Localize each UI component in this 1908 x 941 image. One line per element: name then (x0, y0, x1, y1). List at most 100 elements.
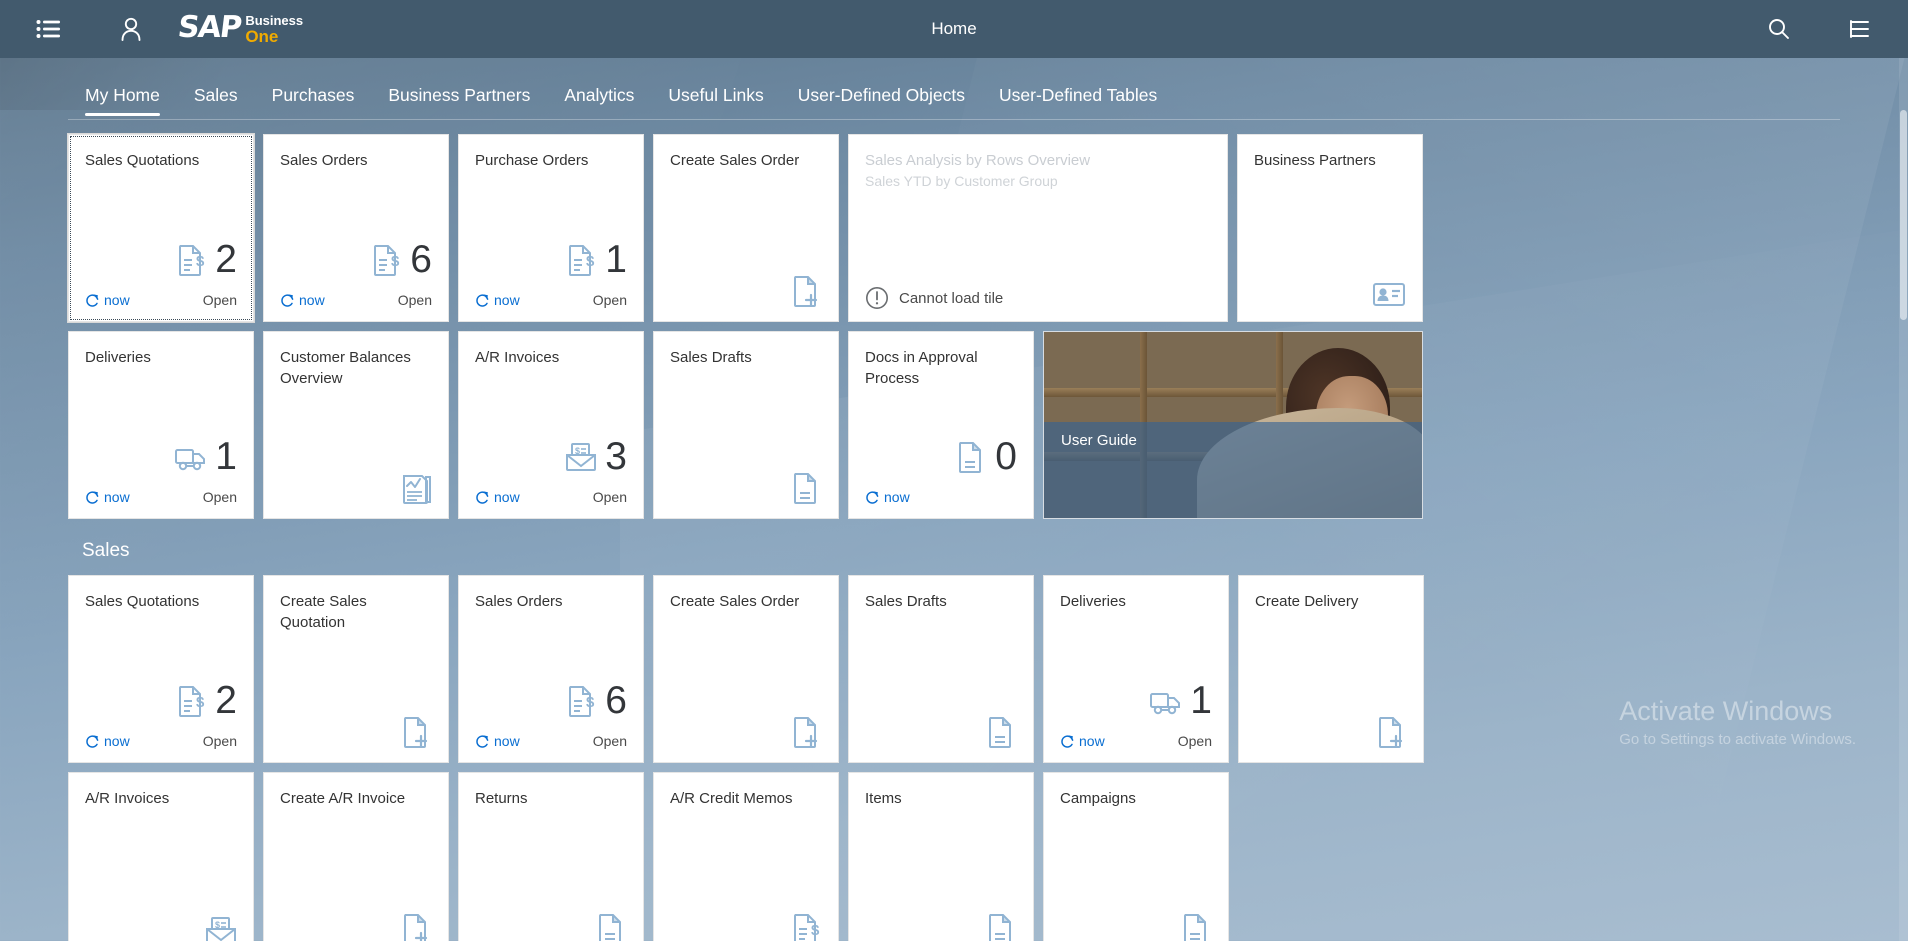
page-scrollbar-thumb[interactable] (1900, 110, 1907, 320)
tab-analytics[interactable]: Analytics (547, 85, 651, 120)
tile-sales-orders[interactable]: Sales Orders $ 6 now Open (458, 575, 644, 763)
draft-document-icon (989, 914, 1011, 941)
refresh-indicator[interactable]: now (1060, 733, 1105, 749)
report-chart-icon (403, 475, 431, 504)
tile-title: Campaigns (1060, 790, 1136, 807)
refresh-indicator[interactable]: now (85, 292, 130, 308)
tab-my-home[interactable]: My Home (68, 85, 177, 120)
tile-content-area: Sales Quotations $ 2 now Open Sales Orde… (0, 120, 1908, 941)
tile-title: Create Delivery (1255, 593, 1359, 610)
document-add-icon (794, 717, 818, 748)
tile-user-guide[interactable]: User Guide (1043, 331, 1423, 519)
tile-footer: now Open (475, 487, 627, 507)
tile-kpi (792, 716, 822, 749)
tile-status: Open (202, 489, 237, 505)
refresh-label: now (494, 292, 520, 308)
tile-a-r-invoices[interactable]: A/R Invoices $ 3 now Open (458, 331, 644, 519)
refresh-indicator[interactable]: now (280, 292, 325, 308)
tile-kpi-value: 6 (410, 238, 432, 281)
page-scrollbar[interactable] (1899, 58, 1908, 941)
tile-kpi: 0 (957, 437, 1017, 477)
tile-body: $ 3 (475, 368, 627, 479)
tile-status: Open (592, 489, 627, 505)
tile-title: Docs in Approval Process (865, 349, 978, 387)
tile-create-delivery[interactable]: Create Delivery (1238, 575, 1424, 763)
tile-deliveries[interactable]: Deliveries 1 now Open (1043, 575, 1229, 763)
tile-sales-quotations[interactable]: Sales Quotations $ 2 now Open (68, 575, 254, 763)
tile-footer: now Open (475, 290, 627, 310)
tile-create-sales-quotation[interactable]: Create Sales Quotation (263, 575, 449, 763)
tile-title: Sales Analysis by Rows Overview (865, 152, 1091, 169)
search-icon[interactable] (1752, 6, 1806, 52)
tab-user-defined-objects[interactable]: User-Defined Objects (781, 85, 982, 120)
tile-purchase-orders[interactable]: Purchase Orders $ 1 now Open (458, 134, 644, 322)
tile-row: Deliveries 1 now Open Customer Balances … (68, 331, 1840, 519)
tile-status: Open (202, 292, 237, 308)
tab-business-partners[interactable]: Business Partners (371, 85, 547, 120)
tile-sales-drafts[interactable]: Sales Drafts (848, 575, 1034, 763)
tab-sales[interactable]: Sales (177, 85, 255, 120)
tile-kpi-value: 3 (605, 435, 627, 478)
tile-customer-balances-overview[interactable]: Customer Balances Overview (263, 331, 449, 519)
tile-sales-analysis-by-rows-overview[interactable]: Sales Analysis by Rows Overview Sales YT… (848, 134, 1228, 322)
tile-footer: now (865, 487, 1017, 507)
tile-business-partners[interactable]: Business Partners (1237, 134, 1423, 322)
tile-body (670, 171, 822, 310)
tile-title: Create Sales Quotation (280, 593, 367, 631)
tile-create-sales-order[interactable]: Create Sales Order (653, 134, 839, 322)
tile-kpi: $ 6 (372, 240, 432, 280)
tile-create-sales-order[interactable]: Create Sales Order (653, 575, 839, 763)
tab-user-defined-tables[interactable]: User-Defined Tables (982, 85, 1174, 120)
refresh-indicator[interactable]: now (475, 489, 520, 505)
tile-body: $ 6 (475, 612, 627, 723)
refresh-label: now (104, 733, 130, 749)
tab-useful-links[interactable]: Useful Links (651, 85, 780, 120)
document-dollar-icon: $ (179, 685, 205, 717)
refresh-indicator[interactable]: now (865, 489, 910, 505)
truck-icon (1150, 693, 1181, 715)
tile-body (1255, 612, 1407, 751)
tile-kpi: 1 (1149, 681, 1212, 721)
tile-items[interactable]: Items (848, 772, 1034, 941)
tile-body (1254, 171, 1406, 310)
document-dollar-icon: $ (374, 244, 400, 276)
tab-purchases[interactable]: Purchases (255, 85, 372, 120)
alert-circle-icon (866, 287, 888, 309)
tile-campaigns[interactable]: Campaigns (1043, 772, 1229, 941)
tile-status: Open (202, 733, 237, 749)
refresh-indicator[interactable]: now (85, 733, 130, 749)
refresh-label: now (884, 489, 910, 505)
tile-a-r-invoices[interactable]: A/R Invoices $ (68, 772, 254, 941)
refresh-indicator[interactable]: now (85, 489, 130, 505)
tile-status: Open (397, 292, 432, 308)
refresh-indicator[interactable]: now (475, 292, 520, 308)
refresh-icon (476, 734, 489, 748)
refresh-icon (866, 490, 879, 504)
tile-title: Sales Drafts (670, 349, 752, 366)
tile-sales-orders[interactable]: Sales Orders $ 6 now Open (263, 134, 449, 322)
document-add-icon (404, 914, 428, 941)
logo-business-text: Business (245, 13, 304, 28)
refresh-label: now (299, 292, 325, 308)
tile-kpi (402, 913, 432, 941)
tile-title: Create Sales Order (670, 593, 800, 610)
tile-status: Open (1177, 733, 1212, 749)
draft-document-icon (959, 441, 982, 473)
list-menu-icon[interactable] (22, 6, 76, 52)
tile-a-r-credit-memos[interactable]: A/R Credit Memos $ (653, 772, 839, 941)
notification-panel-icon[interactable] (1832, 6, 1886, 52)
tile-create-a-r-invoice[interactable]: Create A/R Invoice (263, 772, 449, 941)
tile-body: 0 (865, 389, 1017, 479)
tile-sales-drafts[interactable]: Sales Drafts (653, 331, 839, 519)
tile-deliveries[interactable]: Deliveries 1 now Open (68, 331, 254, 519)
tile-title: Sales Quotations (85, 152, 200, 169)
tile-kpi (1377, 716, 1407, 749)
tile-docs-in-approval-process[interactable]: Docs in Approval Process 0 now (848, 331, 1034, 519)
tile-returns[interactable]: Returns (458, 772, 644, 941)
tile-footer: now Open (85, 487, 237, 507)
logo-one-text: One (245, 27, 279, 46)
tile-title: Returns (475, 790, 528, 807)
tile-sales-quotations[interactable]: Sales Quotations $ 2 now Open (68, 134, 254, 322)
refresh-indicator[interactable]: now (475, 733, 520, 749)
user-icon[interactable] (104, 6, 158, 52)
